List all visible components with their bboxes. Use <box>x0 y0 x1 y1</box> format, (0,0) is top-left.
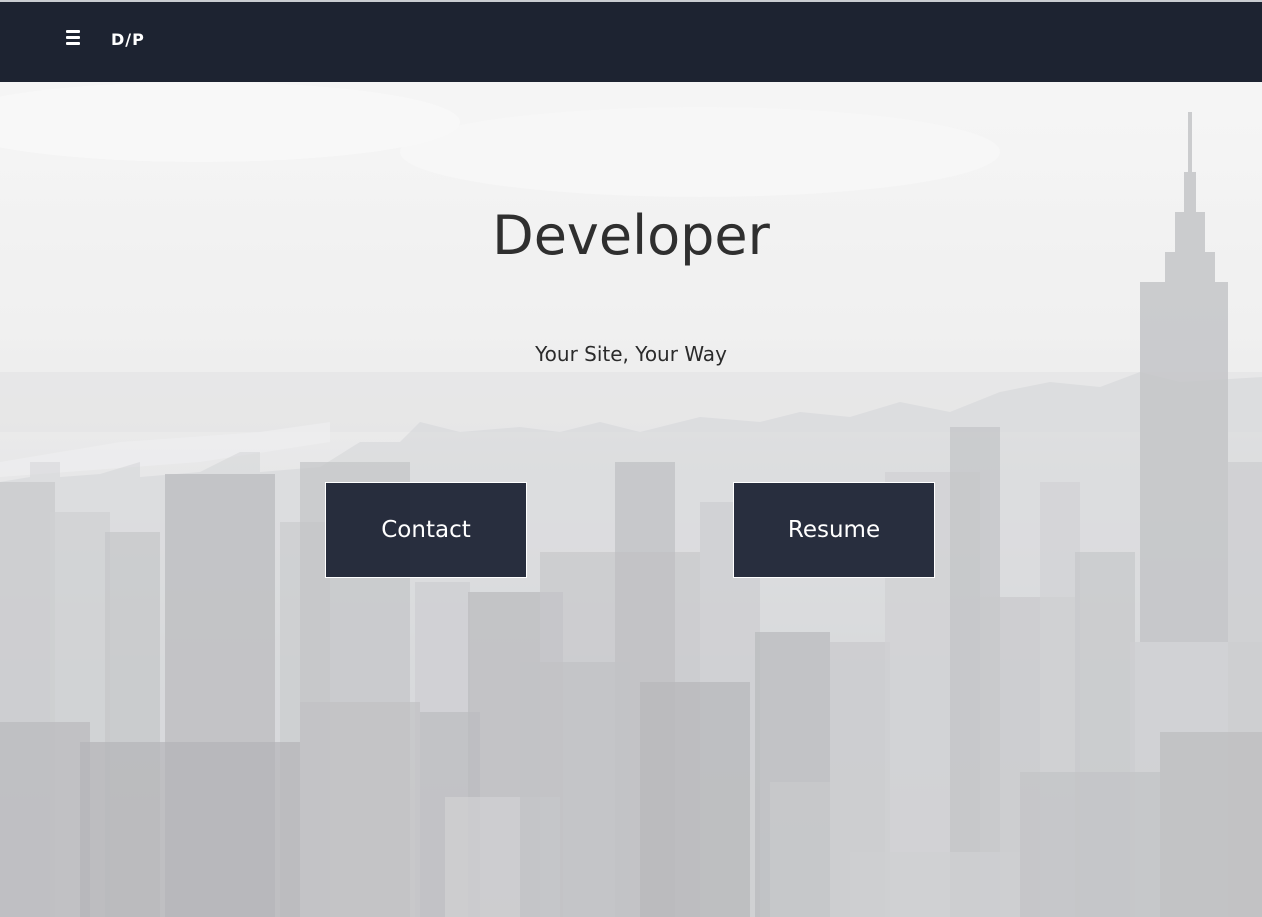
resume-button[interactable]: Resume <box>733 482 935 578</box>
contact-button[interactable]: Contact <box>325 482 527 578</box>
top-navbar: D/P <box>0 0 1262 82</box>
hero-title: Developer <box>492 204 770 267</box>
hamburger-menu-icon[interactable] <box>62 26 84 50</box>
brand-logo[interactable]: D/P <box>111 30 145 49</box>
hero-section: Developer Your Site, Your Way Contact Re… <box>0 82 1262 917</box>
hero-subtitle: Your Site, Your Way <box>535 342 727 366</box>
